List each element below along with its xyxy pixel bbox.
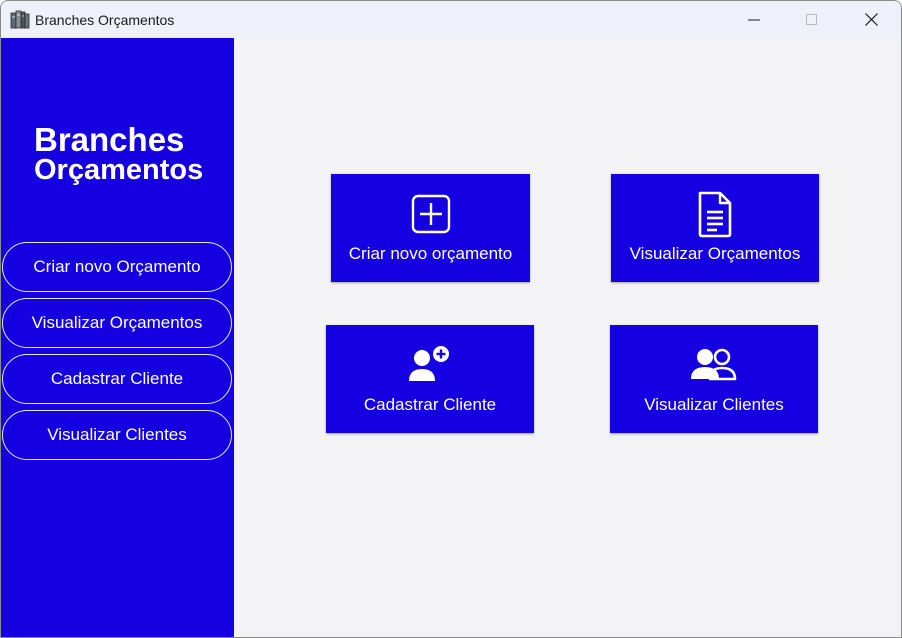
sidebar-item-visualizar-clientes[interactable]: Visualizar Clientes (2, 410, 232, 460)
books-icon (10, 10, 30, 29)
tile-cadastrar-cliente[interactable]: Cadastrar Cliente (326, 325, 534, 433)
maximize-button[interactable] (783, 1, 841, 38)
tile-label: Visualizar Orçamentos (629, 244, 801, 263)
plus-square-icon (411, 194, 450, 234)
tile-label: Visualizar Clientes (644, 395, 784, 414)
minimize-icon (748, 19, 760, 20)
brand-subtitle: Orçamentos (34, 154, 204, 186)
tile-criar-orcamento[interactable]: Criar novo orçamento (331, 174, 530, 282)
window-title: Branches Orçamentos (35, 12, 175, 28)
sidebar: Branches Orçamentos Criar novo Orçamento… (1, 38, 234, 637)
tile-visualizar-orcamentos[interactable]: Visualizar Orçamentos (611, 174, 819, 282)
close-icon (864, 13, 878, 26)
minimize-button[interactable] (725, 1, 783, 38)
title-bar[interactable]: Branches Orçamentos (1, 1, 901, 38)
tile-label: Cadastrar Cliente (363, 395, 497, 414)
users-icon (691, 348, 737, 381)
close-button[interactable] (842, 1, 900, 38)
app-window: Branches Orçamentos Branches Orçamentos … (0, 0, 902, 638)
add-user-icon (409, 346, 449, 381)
sidebar-item-cadastrar-cliente[interactable]: Cadastrar Cliente (2, 354, 232, 404)
tile-label: Criar novo orçamento (348, 244, 513, 263)
document-icon (698, 191, 732, 238)
tile-visualizar-clientes[interactable]: Visualizar Clientes (610, 325, 818, 433)
sidebar-item-criar-orcamento[interactable]: Criar novo Orçamento (2, 242, 232, 292)
maximize-icon (806, 13, 817, 25)
sidebar-item-visualizar-orcamentos[interactable]: Visualizar Orçamentos (2, 298, 232, 348)
